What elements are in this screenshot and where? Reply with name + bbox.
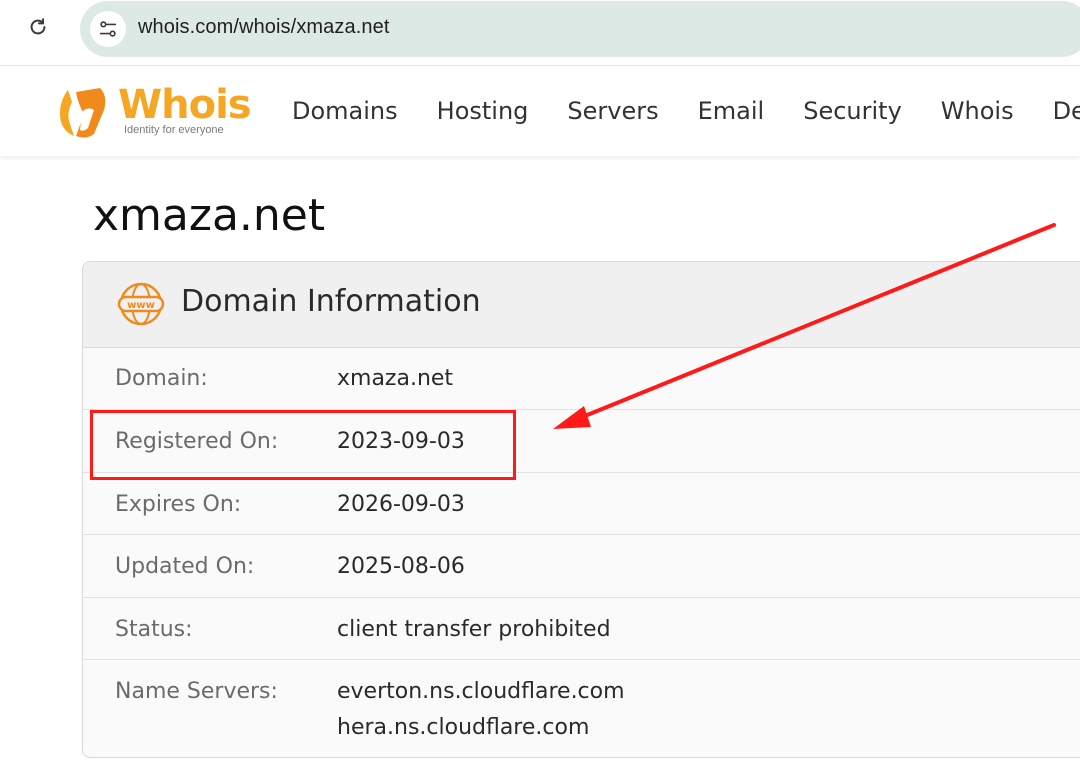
panel-header: www Domain Information xyxy=(83,262,1080,348)
row-value-line: 2025-08-06 xyxy=(337,554,465,579)
row-value: 2026-09-03 xyxy=(337,487,465,523)
row-label: Status: xyxy=(115,617,193,642)
whois-logo-icon xyxy=(60,88,106,138)
nav-hosting[interactable]: Hosting xyxy=(437,97,529,125)
logo-wordmark: Whois xyxy=(118,82,252,128)
info-row-name-servers: Name Servers: everton.ns.cloudflare.com … xyxy=(83,660,1080,757)
whois-logo[interactable]: Whois Identity for everyone xyxy=(54,82,254,140)
nav-servers[interactable]: Servers xyxy=(567,97,658,125)
nav-deals[interactable]: Deals xyxy=(1053,97,1080,125)
logo-tagline: Identity for everyone xyxy=(124,124,224,136)
row-value: everton.ns.cloudflare.com hera.ns.cloudf… xyxy=(337,674,625,746)
row-label: Updated On: xyxy=(115,554,255,579)
row-label: Expires On: xyxy=(115,492,242,517)
main-nav: Domains Hosting Servers Email Security W… xyxy=(292,97,1080,125)
page-title: xmaza.net xyxy=(93,190,326,241)
row-label: Domain: xyxy=(115,366,208,391)
annotation-highlight-box xyxy=(90,410,516,480)
svg-text:www: www xyxy=(127,300,155,311)
row-value: 2025-08-06 xyxy=(337,549,465,585)
url-text[interactable]: whois.com/whois/xmaza.net xyxy=(138,16,389,39)
browser-toolbar: whois.com/whois/xmaza.net xyxy=(0,0,1080,66)
row-value: xmaza.net xyxy=(337,361,453,397)
info-row-status: Status: client transfer prohibited xyxy=(83,598,1080,660)
reload-icon[interactable] xyxy=(24,13,52,41)
info-row-domain: Domain: xmaza.net xyxy=(83,348,1080,410)
nav-email[interactable]: Email xyxy=(698,97,765,125)
site-settings-icon[interactable] xyxy=(90,11,126,47)
site-header: Whois Identity for everyone Domains Host… xyxy=(0,66,1080,156)
row-value-line: xmaza.net xyxy=(337,366,454,391)
row-value-line: 2026-09-03 xyxy=(337,492,465,517)
info-row-expires: Expires On: 2026-09-03 xyxy=(83,473,1080,535)
www-icon: www xyxy=(117,282,165,326)
nav-whois[interactable]: Whois xyxy=(941,97,1014,125)
panel-title: Domain Information xyxy=(181,284,481,319)
nav-domains[interactable]: Domains xyxy=(292,97,398,125)
row-value-line: hera.ns.cloudflare.com xyxy=(337,715,590,740)
info-row-updated: Updated On: 2025-08-06 xyxy=(83,535,1080,598)
address-bar[interactable]: whois.com/whois/xmaza.net xyxy=(80,1,1080,57)
row-label: Name Servers: xyxy=(115,679,278,704)
row-value: client transfer prohibited xyxy=(337,612,611,648)
domain-info-panel: www Domain Information Domain: xmaza.net… xyxy=(82,261,1080,758)
nav-security[interactable]: Security xyxy=(803,97,902,125)
row-value-line: everton.ns.cloudflare.com xyxy=(337,679,625,704)
row-value-line: client transfer prohibited xyxy=(337,617,611,642)
